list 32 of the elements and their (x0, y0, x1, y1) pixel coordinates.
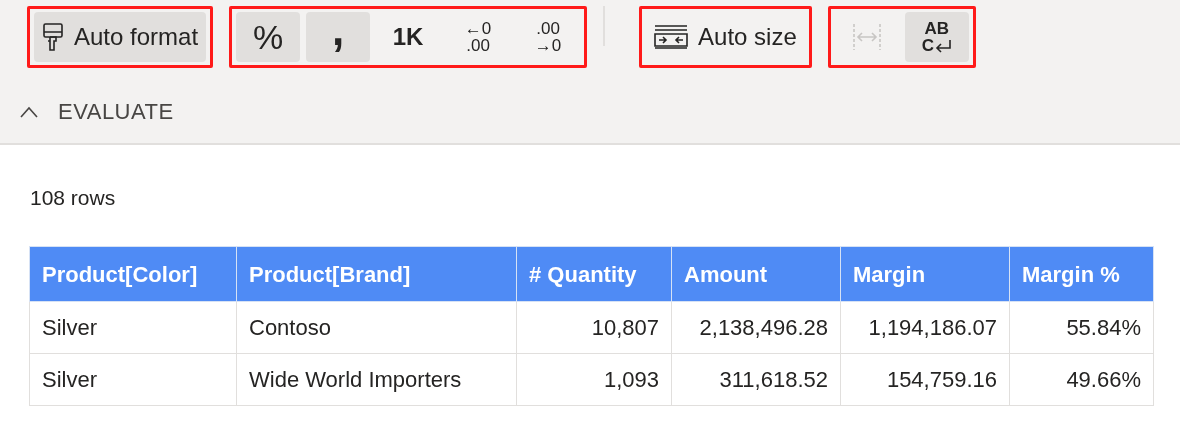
table-cell: 55.84% (1009, 301, 1154, 354)
column-header: Margin % (1009, 246, 1154, 302)
decimal-button[interactable]: ←0 .00 (446, 12, 511, 62)
column-header: Margin (840, 246, 1010, 302)
decimal-button[interactable]: .00 →0 (516, 12, 581, 62)
table-cell: 1,194,186.07 (840, 301, 1010, 354)
table-cell: Wide World Importers (236, 353, 517, 406)
percent-button[interactable]: % (236, 12, 301, 62)
table-cell: Contoso (236, 301, 517, 354)
row-count: 108 rows (30, 186, 116, 209)
table-cell: 2,138,496.28 (671, 301, 841, 354)
column-header: # Quantity (516, 246, 672, 302)
column-header: Product[Brand] (236, 246, 517, 302)
column-header: Amount (671, 246, 841, 302)
comma-button[interactable]: , (306, 12, 371, 62)
table-cell: Silver (29, 301, 237, 354)
table-cell: 49.66% (1009, 353, 1154, 406)
table-cell: 1,093 (516, 353, 672, 406)
table-cell: 10,807 (516, 301, 672, 354)
thousands-button[interactable]: 1K (376, 12, 441, 62)
table-cell: Silver (29, 353, 237, 406)
auto-size-button[interactable]: Auto size (646, 12, 805, 62)
auto-format-button[interactable]: Auto format (34, 12, 207, 62)
wrap-text-button[interactable]: AB C (904, 12, 969, 62)
return-arrow-icon (933, 38, 952, 53)
section-title: EVALUATE (58, 98, 174, 126)
collapse-icon[interactable] (18, 104, 40, 119)
column-width-icon (654, 24, 689, 50)
table-cell: 154,759.16 (840, 353, 1010, 406)
paintbrush-icon (42, 22, 64, 52)
column-header: Product[Color] (29, 246, 237, 302)
table-cell: 311,618.52 (671, 353, 841, 406)
